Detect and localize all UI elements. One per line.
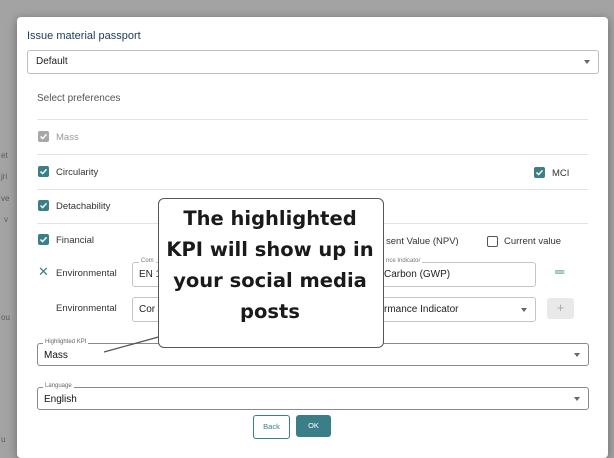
tooltip-text: The highlighted KPI will show up in your…: [166, 207, 374, 323]
onboarding-tooltip: The highlighted KPI will show up in your…: [158, 198, 384, 348]
